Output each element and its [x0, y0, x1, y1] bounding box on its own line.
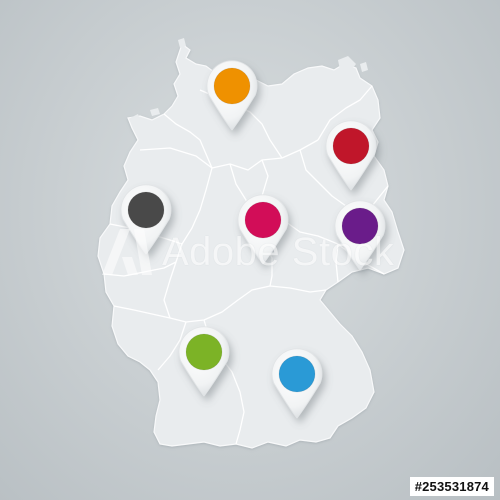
map-canvas: Adobe Stock #253531874 [0, 0, 500, 500]
germany-map [97, 38, 405, 449]
stock-id-label: #253531874 [409, 477, 494, 496]
